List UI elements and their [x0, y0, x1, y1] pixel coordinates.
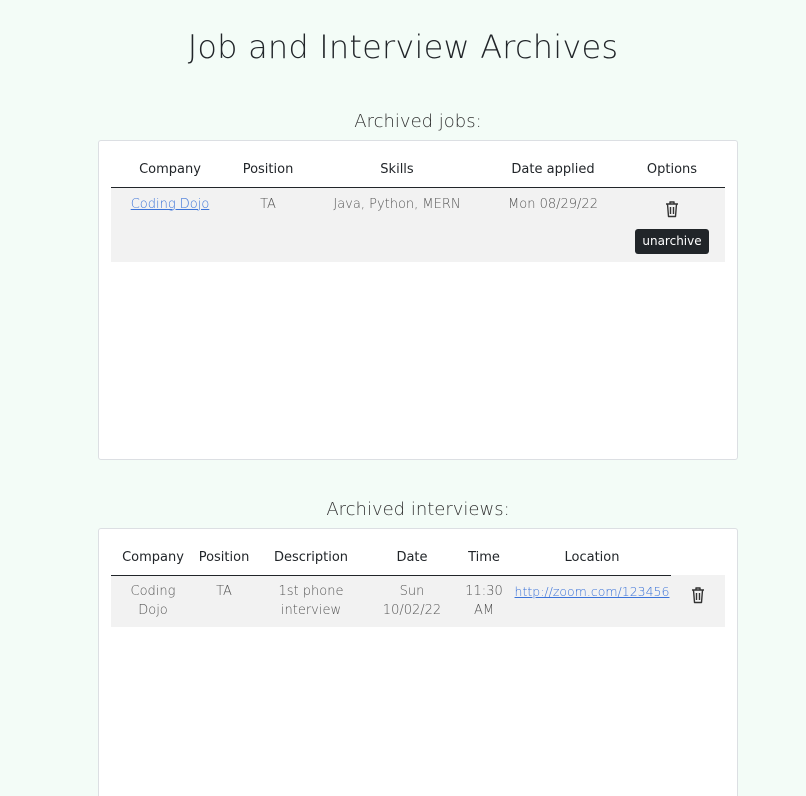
job-date-applied: Mon 08/29/22 — [487, 187, 619, 262]
interview-description-line2: interview — [280, 602, 342, 618]
column-header-options: Options — [619, 153, 725, 188]
column-header-location: Location — [513, 541, 671, 576]
unarchive-button[interactable]: unarchive — [635, 228, 709, 254]
archived-jobs-card: Company Position Skills Date applied Opt… — [98, 140, 738, 460]
table-row: Coding Dojo TA Java, Python, MERN Mon 08… — [111, 187, 725, 262]
column-header-date: Date — [369, 541, 455, 576]
archived-jobs-heading: Archived jobs: — [354, 111, 482, 132]
archived-interviews-table: Company Position Description Date Time L… — [111, 541, 725, 627]
job-options-cell: unarchive — [619, 187, 725, 262]
job-position: TA — [229, 187, 307, 262]
interview-description: 1st phone interview — [253, 575, 369, 627]
archived-interviews-heading: Archived interviews: — [326, 499, 510, 520]
job-company-link[interactable]: Coding Dojo — [131, 197, 210, 212]
column-header-position: Position — [229, 153, 307, 188]
column-header-date-applied: Date applied — [487, 153, 619, 188]
interview-date: Sun 10/02/22 — [369, 575, 455, 627]
column-header-company: Company — [111, 153, 229, 188]
trash-icon[interactable] — [690, 586, 706, 604]
job-skills: Java, Python, MERN — [307, 187, 487, 262]
archived-interviews-card: Company Position Description Date Time L… — [98, 528, 738, 796]
column-header-position: Position — [195, 541, 253, 576]
trash-icon[interactable] — [664, 200, 680, 218]
interview-location-link[interactable]: http://zoom.com/123456 — [515, 584, 670, 599]
interview-description-line1: 1st phone — [278, 583, 344, 599]
column-header-description: Description — [253, 541, 369, 576]
interview-date-line2: 10/02/22 — [382, 602, 442, 618]
interview-options-cell — [671, 575, 725, 627]
table-header-row: Company Position Skills Date applied Opt… — [111, 153, 725, 188]
page-title: Job and Interview Archives — [187, 28, 619, 66]
interview-company-line2: Dojo — [138, 602, 168, 618]
interview-date-line1: Sun — [399, 583, 425, 599]
archived-jobs-table: Company Position Skills Date applied Opt… — [111, 153, 725, 262]
table-row: Coding Dojo TA 1st phone interview Sun 1… — [111, 575, 725, 627]
interview-location-cell: http://zoom.com/123456 — [513, 575, 671, 627]
job-company-cell: Coding Dojo — [111, 187, 229, 262]
column-header-time: Time — [455, 541, 513, 576]
interview-time-line1: 11:30 — [465, 583, 503, 599]
column-header-skills: Skills — [307, 153, 487, 188]
interview-time: 11:30 AM — [455, 575, 513, 627]
column-header-options — [671, 541, 725, 575]
interview-time-line2: AM — [473, 602, 495, 618]
interview-company-line1: Coding — [130, 583, 176, 599]
table-header-row: Company Position Description Date Time L… — [111, 541, 725, 576]
interview-company: Coding Dojo — [111, 575, 195, 627]
column-header-company: Company — [111, 541, 195, 576]
interview-position: TA — [195, 575, 253, 627]
